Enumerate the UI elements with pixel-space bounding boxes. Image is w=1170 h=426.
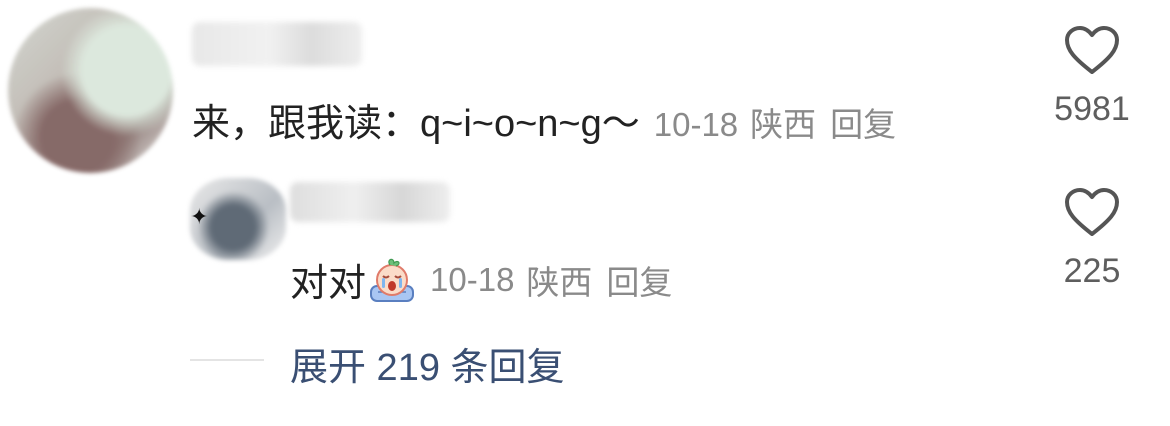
- comment-like-count: 5981: [1054, 90, 1130, 128]
- expand-divider: [190, 359, 264, 361]
- replier-username-blurred[interactable]: [290, 182, 450, 222]
- reply-reply-button[interactable]: 回复: [606, 256, 672, 304]
- comment-date: 10-18: [653, 106, 739, 143]
- reply-text: 对对: [290, 263, 367, 305]
- reply-like-count: 225: [1063, 252, 1121, 290]
- heart-icon[interactable]: [1064, 26, 1120, 76]
- commenter-avatar[interactable]: [8, 8, 173, 173]
- heart-icon[interactable]: [1064, 188, 1120, 238]
- comment-reply-button[interactable]: 回复: [830, 98, 896, 146]
- crying-emoji-icon: [368, 256, 416, 304]
- expand-replies-link[interactable]: 展开 219 条回复: [290, 336, 565, 391]
- comment-location: 陕西: [750, 106, 817, 143]
- commenter-username-blurred[interactable]: [192, 22, 362, 66]
- reply-date: 10-18: [430, 260, 515, 298]
- comment-text: 来，跟我读：q~i~o~n~g～: [192, 103, 640, 145]
- comment-like-button[interactable]: 5981: [1032, 26, 1152, 129]
- sparkle-icon: ✦: [190, 204, 209, 229]
- comment-row: 来，跟我读：q~i~o~n~g～ 10-18 陕西 回复: [192, 92, 896, 147]
- reply-like-button[interactable]: 225: [1032, 188, 1152, 291]
- reply-location: 陕西: [526, 263, 593, 301]
- reply-row: 对对 10-18 陕西 回复: [290, 252, 672, 307]
